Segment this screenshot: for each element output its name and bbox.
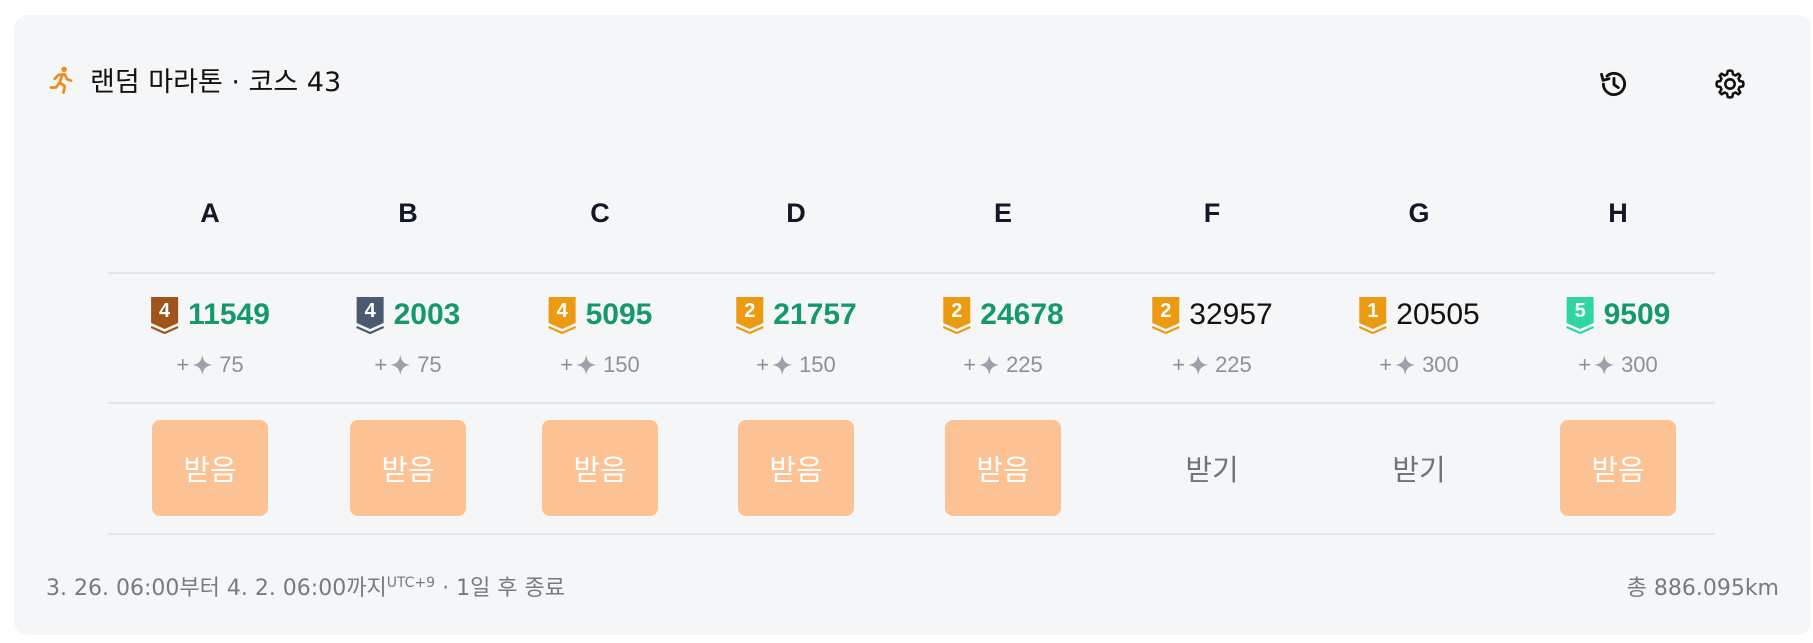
score-value: 9509 <box>1603 298 1671 331</box>
marathon-panel <box>14 15 1811 635</box>
rank-level: 2 <box>744 300 755 322</box>
rank-badge-icon: 2 <box>1151 297 1180 334</box>
score-value: 20505 <box>1396 298 1480 331</box>
page-title-row: 랜덤 마라톤 · 코스 43 <box>46 60 341 99</box>
reward-prefix: + <box>756 352 770 377</box>
column-header: D <box>786 198 806 228</box>
score-cell: 2 21757 <box>735 296 857 334</box>
score-value: 32957 <box>1189 298 1273 331</box>
rank-level: 2 <box>951 300 962 322</box>
sparkle-icon <box>978 354 1000 376</box>
rank-badge-icon: 4 <box>548 297 577 334</box>
divider <box>108 533 1715 535</box>
reward-prefix: + <box>374 352 388 377</box>
reward-cell: +75 <box>374 352 441 378</box>
rank-level: 5 <box>1575 300 1586 322</box>
column-header: H <box>1608 198 1628 228</box>
rank-level: 2 <box>1160 300 1171 322</box>
reward-prefix: + <box>560 352 574 377</box>
reward-value: 150 <box>603 352 640 377</box>
sparkle-icon <box>1394 354 1416 376</box>
reward-cell: +300 <box>1578 352 1658 378</box>
score-value: 24678 <box>980 298 1064 331</box>
reward-cell: +300 <box>1379 352 1459 378</box>
divider <box>108 272 1715 274</box>
reward-value: 75 <box>417 352 442 377</box>
score-cell: 5 9509 <box>1566 296 1671 334</box>
reward-cell: +75 <box>176 352 243 378</box>
period-text: 3. 26. 06:00부터 4. 2. 06:00까지UTC+9 · 1일 후… <box>46 570 565 602</box>
remaining-text: · 1일 후 종료 <box>435 576 566 601</box>
reward-prefix: + <box>1379 352 1393 377</box>
column-header: F <box>1203 198 1221 228</box>
sparkle-icon <box>1187 354 1209 376</box>
reward-value: 300 <box>1621 352 1658 377</box>
rank-badge-icon: 5 <box>1566 297 1595 334</box>
sparkle-icon <box>390 354 411 376</box>
period-range: 3. 26. 06:00부터 4. 2. 06:00까지 <box>46 576 387 601</box>
claim-button[interactable]: 받기 <box>1361 420 1477 516</box>
timezone-label: UTC+9 <box>386 575 436 591</box>
rank-level: 1 <box>1367 300 1378 322</box>
score-cell: 2 32957 <box>1151 296 1273 334</box>
reward-value: 75 <box>219 352 244 377</box>
column-header: B <box>398 198 418 228</box>
history-icon <box>1600 71 1627 96</box>
reward-cell: +150 <box>756 352 836 378</box>
claimed-button[interactable]: 받음 <box>542 420 658 516</box>
reward-prefix: + <box>1578 352 1592 377</box>
runner-icon <box>49 66 73 94</box>
column-header: C <box>590 198 610 228</box>
reward-value: 150 <box>799 352 836 377</box>
rank-level: 4 <box>159 300 171 322</box>
rank-badge-icon: 2 <box>942 297 971 334</box>
score-cell: 4 5095 <box>548 296 653 334</box>
divider <box>108 402 1715 404</box>
sparkle-icon <box>192 354 213 376</box>
rank-badge-icon: 4 <box>356 297 385 334</box>
reward-value: 225 <box>1215 352 1252 377</box>
gear-icon <box>1715 69 1745 99</box>
column-header: E <box>993 198 1013 228</box>
score-cell: 2 24678 <box>942 296 1064 334</box>
sparkle-icon <box>1593 354 1615 376</box>
reward-prefix: + <box>1172 352 1186 377</box>
column-header: A <box>200 198 220 228</box>
rank-badge-icon: 1 <box>1358 297 1387 334</box>
score-cell: 4 2003 <box>356 296 461 334</box>
claimed-button[interactable]: 받음 <box>350 420 466 516</box>
sparkle-icon <box>575 354 597 376</box>
reward-value: 225 <box>1006 352 1043 377</box>
claimed-button[interactable]: 받음 <box>1560 420 1676 516</box>
total-distance: 총 886.095km <box>1626 576 1779 601</box>
settings-button[interactable] <box>1710 64 1750 104</box>
reward-prefix: + <box>176 352 190 377</box>
reward-cell: +150 <box>560 352 640 378</box>
claimed-button[interactable]: 받음 <box>738 420 854 516</box>
score-value: 11549 <box>188 298 270 331</box>
column-header: G <box>1408 198 1430 228</box>
score-cell: 1 20505 <box>1358 296 1480 334</box>
reward-cell: +225 <box>1172 352 1252 378</box>
score-value: 21757 <box>773 298 857 331</box>
claim-button[interactable]: 받기 <box>1154 420 1270 516</box>
page-title: 랜덤 마라톤 · 코스 43 <box>90 67 342 98</box>
claimed-button[interactable]: 받음 <box>945 420 1061 516</box>
score-value: 5095 <box>585 298 653 331</box>
sparkle-icon <box>771 354 793 376</box>
rank-badge-icon: 4 <box>150 297 179 334</box>
reward-cell: +225 <box>963 352 1043 378</box>
score-value: 2003 <box>393 298 461 331</box>
reward-prefix: + <box>963 352 977 377</box>
rank-level: 4 <box>557 300 569 322</box>
rank-badge-icon: 2 <box>735 297 764 334</box>
rank-level: 4 <box>365 300 377 322</box>
history-button[interactable] <box>1594 64 1634 104</box>
score-cell: 4 11549 <box>150 296 270 334</box>
reward-value: 300 <box>1422 352 1459 377</box>
claimed-button[interactable]: 받음 <box>152 420 268 516</box>
